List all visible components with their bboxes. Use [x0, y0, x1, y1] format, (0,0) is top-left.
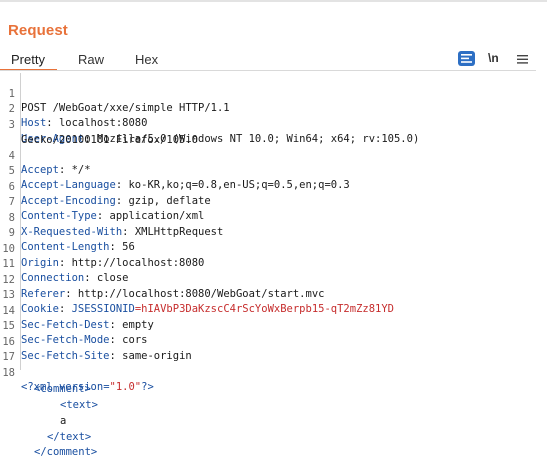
code-line: 4 Accept: */* [0, 135, 536, 176]
request-editor[interactable]: 1 POST /WebGoat/xxe/simple HTTP/1.1 2 Ho… [0, 73, 536, 473]
code-line: 8 X-Requested-With: XMLHttpRequest [0, 197, 536, 238]
code-line: 9 Content-Length: 56 [0, 212, 536, 253]
code-line: </text> [0, 416, 536, 443]
hamburger-menu-icon [517, 55, 528, 64]
code-line: 12 Referer: http://localhost:8080/WebGoa… [2, 274, 325, 300]
code-line: 14 Sec-Fetch-Dest: empty [2, 305, 154, 331]
panel-title: Request [8, 22, 68, 39]
code-line: 3 User-Agent: Mozilla/5.0 (Windows NT 10… [0, 104, 536, 145]
code-line: <text> [0, 384, 536, 411]
xml-comment-close: </comment> [34, 446, 98, 458]
code-line: 17 [0, 336, 536, 363]
list-format-icon [461, 54, 472, 63]
code-line: 16 Sec-Fetch-Site: same-origin [2, 336, 192, 362]
code-line: 1 POST /WebGoat/xxe/simple HTTP/1.1 [0, 73, 536, 114]
top-border [0, 0, 547, 2]
code-line: Gecko/20100101 Firefox/105.0 [0, 119, 536, 146]
tabs-divider [0, 70, 536, 71]
code-line: 7 Content-Type: application/xml [0, 181, 536, 222]
code-line: 13 Cookie: JSESSIONID=hIAVbP3DaKzscC4rSc… [2, 289, 395, 315]
tab-pretty[interactable]: Pretty [11, 52, 45, 67]
code-line: </comment> [0, 431, 536, 458]
code-line: 15 Sec-Fetch-Mode: cors [2, 320, 148, 346]
tab-raw[interactable]: Raw [78, 52, 104, 67]
code-line: 5 Accept-Language: ko-KR,ko;q=0.8,en-US;… [0, 150, 536, 191]
menu-button[interactable] [517, 51, 528, 69]
code-line: 10 Origin: http://localhost:8080 [2, 243, 205, 269]
code-line: a [0, 400, 536, 427]
format-button[interactable] [458, 51, 475, 66]
code-line: <comment> [0, 368, 536, 395]
newline-toggle-button[interactable]: \n [488, 51, 499, 65]
code-line: 18 <?xml version="1.0"?> [0, 352, 536, 393]
tab-hex[interactable]: Hex [135, 52, 158, 67]
code-line: 2 Host: localhost:8080 [0, 88, 536, 129]
code-line: 11 Connection: close [2, 258, 129, 284]
code-line: 6 Accept-Encoding: gzip, deflate [0, 166, 536, 207]
